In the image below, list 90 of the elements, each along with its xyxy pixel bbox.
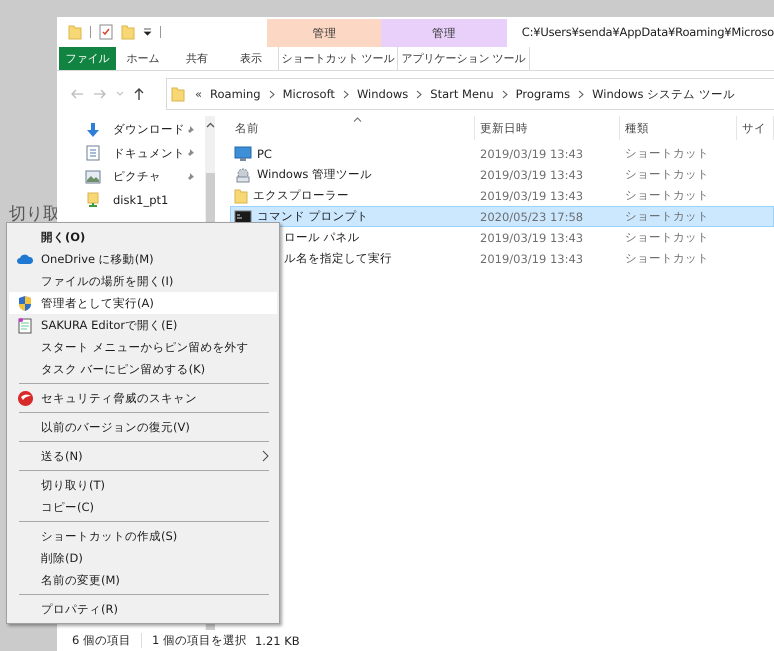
sort-caret-icon[interactable]	[353, 117, 362, 122]
scroll-up-icon[interactable]	[206, 122, 214, 128]
chevron-right-icon	[268, 90, 275, 98]
chevron-right-icon	[342, 90, 349, 98]
breadcrumb-item[interactable]: Start Menu	[430, 87, 494, 101]
breadcrumb-item[interactable]: Roaming	[210, 87, 261, 101]
document-icon	[86, 145, 100, 162]
file-name: エクスプローラー	[253, 188, 349, 203]
file-name: PC	[257, 146, 272, 160]
menu-item[interactable]: ショートカットの作成(S)	[9, 525, 277, 547]
column-header[interactable]: 種類	[625, 120, 649, 136]
console-icon	[234, 208, 252, 224]
picture-icon	[85, 170, 101, 184]
address-bar[interactable]: « Roaming Microsoft Windows Start Menu Programs Windows システム ツール	[166, 78, 774, 110]
nav-item[interactable]: ドキュメント	[113, 146, 185, 161]
file-row[interactable]: PC 2019/03/19 13:43 ショートカット	[230, 143, 774, 164]
breadcrumb-item[interactable]: Windows システム ツール	[592, 86, 735, 102]
shield-icon	[17, 294, 33, 312]
type-cell-text: ショートカット	[624, 208, 710, 225]
menu-item[interactable]: 名前の変更(M)	[9, 569, 277, 591]
nav-item[interactable]: ピクチャ	[113, 169, 185, 184]
menu-item[interactable]: プロパティ(R)	[9, 598, 277, 620]
file-name: コマンド プロンプト	[257, 209, 369, 224]
date-cell-text: 2019/03/19 13:43	[479, 250, 584, 268]
menu-item[interactable]: スタート メニューからピン留めを外す	[9, 336, 277, 358]
chevron-right-icon	[416, 90, 422, 98]
menu-item[interactable]: コピー(C)	[9, 496, 277, 518]
type-cell-text: ショートカット	[624, 229, 710, 246]
ribbon-tab[interactable]: 表示	[224, 47, 278, 70]
date-cell-text: 2019/03/19 13:43	[479, 166, 584, 184]
monitor-icon	[234, 146, 252, 162]
ribbon-tab[interactable]: 共有	[170, 47, 224, 70]
checklist-icon[interactable]	[99, 24, 113, 40]
menu-item[interactable]: 管理者として実行(A)	[9, 292, 277, 314]
menu-item[interactable]: 以前のバージョンの復元(V)	[9, 416, 277, 438]
item-count: 6 個の項目	[72, 633, 142, 648]
tab-group-header: 管理	[381, 19, 507, 47]
menu-item[interactable]: 送る(N)	[9, 445, 277, 467]
breadcrumb-item[interactable]: Programs	[516, 87, 570, 101]
nav-item[interactable]: disk1_pt1	[113, 193, 205, 208]
menu-item[interactable]: セキュリティ脅威のスキャン	[9, 387, 277, 409]
file-tab[interactable]: ファイル	[59, 47, 116, 70]
file-row[interactable]: コマンド プロンプト 2020/05/23 17:58 ショートカット	[230, 206, 774, 227]
type-cell-text: ショートカット	[624, 250, 710, 267]
folder-icon	[234, 188, 248, 204]
column-header[interactable]: 名前	[235, 120, 259, 136]
date-cell-text: 2020/05/23 17:58	[479, 208, 584, 226]
file-name: Windows 管理ツール	[257, 167, 372, 182]
file-name: ロール パネル	[284, 230, 360, 245]
menu-item[interactable]: タスク バーにピン留めする(K)	[9, 358, 277, 380]
file-name: ル名を指定して実行	[284, 251, 392, 266]
menu-item[interactable]: 開く(O)	[9, 226, 277, 248]
type-cell-text: ショートカット	[624, 145, 710, 162]
chevron-right-icon	[502, 90, 508, 98]
menu-item[interactable]: OneDrive に移動(M)	[9, 248, 277, 270]
security-icon	[16, 390, 34, 406]
cloud-icon	[16, 253, 34, 265]
menu-item[interactable]: SAKURA Editorで開く(E)	[9, 314, 277, 336]
notepad-icon	[18, 316, 32, 334]
drive-icon	[86, 192, 100, 208]
breadcrumb-overflow[interactable]: «	[195, 87, 202, 101]
menu-item[interactable]: ファイルの場所を開く(I)	[9, 270, 277, 292]
date-cell-text: 2019/03/19 13:43	[479, 146, 584, 162]
ribbon-tab[interactable]: ホーム	[116, 47, 170, 70]
date-cell-text: 2019/03/19 13:43	[479, 230, 584, 246]
column-header[interactable]: サイ	[742, 120, 766, 136]
type-cell-text: ショートカット	[624, 166, 710, 183]
download-icon	[85, 122, 101, 138]
gear-icon	[234, 166, 252, 182]
ribbon-tab[interactable]: アプリケーション ツール	[397, 47, 530, 70]
breadcrumb-item[interactable]: Microsoft	[282, 87, 335, 101]
date-cell-text: 2019/03/19 13:43	[479, 188, 584, 204]
selection-size: 1.21 KB	[254, 634, 300, 648]
dropdown-icon[interactable]	[143, 28, 152, 36]
chevron-right-icon	[578, 90, 584, 98]
type-cell-text: ショートカット	[624, 187, 710, 204]
tab-group-header: 管理	[267, 19, 382, 47]
column-header[interactable]: 更新日時	[480, 120, 528, 136]
background-text: 切り取	[9, 203, 60, 225]
folder-icon	[171, 86, 185, 102]
ribbon-tab[interactable]: ショートカット ツール	[278, 47, 398, 70]
file-row[interactable]: エクスプローラー 2019/03/19 13:43 ショートカット	[230, 185, 774, 206]
file-row[interactable]: Windows 管理ツール 2019/03/19 13:43 ショートカット	[230, 164, 774, 185]
menu-item[interactable]: 削除(D)	[9, 547, 277, 569]
up-arrow-icon[interactable]	[133, 87, 145, 101]
nav-item[interactable]: ダウンロード	[113, 122, 185, 138]
selection-info: 1 個の項目を選択	[152, 633, 247, 648]
window-title: C:¥Users¥senda¥AppData¥Roaming¥Microso	[520, 24, 774, 41]
breadcrumb-item[interactable]: Windows	[356, 87, 408, 101]
menu-item[interactable]: 切り取り(T)	[9, 474, 277, 496]
